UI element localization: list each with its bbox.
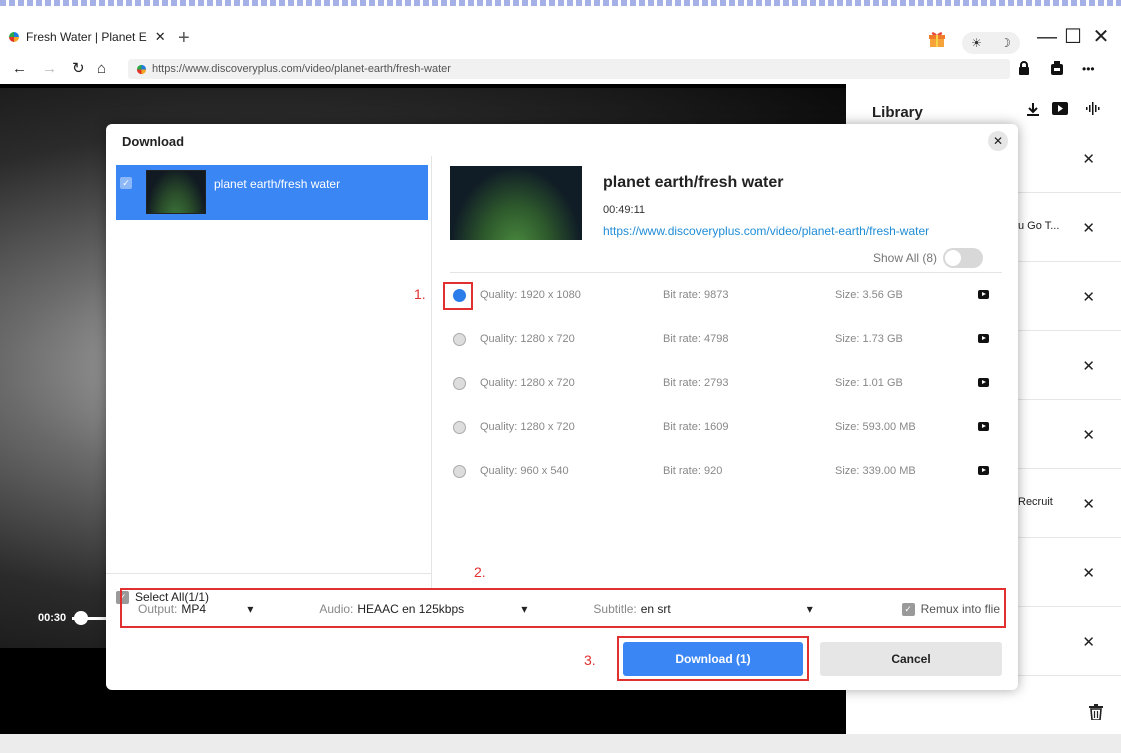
audio-select[interactable]: HEAAC en 125kbps ▾: [357, 602, 527, 616]
remux-checkbox[interactable]: ✓ Remux into flie: [901, 602, 1000, 616]
dialog-close-icon[interactable]: ✕: [988, 131, 1008, 151]
remove-item-icon[interactable]: ✕: [1082, 357, 1095, 375]
video-list-item[interactable]: ✓ planet earth/fresh water: [116, 165, 428, 220]
subtitle-select[interactable]: en srt ▾: [641, 602, 813, 616]
theme-toggle[interactable]: ☀ ☽: [962, 32, 1020, 54]
minimize-button[interactable]: —: [1036, 26, 1058, 48]
quality-radio[interactable]: [453, 465, 466, 478]
show-all-label: Show All (8): [873, 251, 938, 265]
maximize-button[interactable]: ☐: [1062, 26, 1084, 48]
show-all-toggle[interactable]: Show All (8): [873, 248, 984, 268]
quality-option[interactable]: Quality: 1280 x 720 Bit rate: 4798 Size:…: [433, 328, 1018, 352]
sun-icon: ☀: [971, 36, 982, 50]
navigation-bar: ← → ↻ ⌂ https://www.discoveryplus.com/vi…: [0, 56, 1121, 83]
video-item-title: planet earth/fresh water: [214, 177, 341, 191]
quality-radio[interactable]: [453, 377, 466, 390]
item-checkbox[interactable]: ✓: [120, 177, 132, 189]
audio-waveform-icon[interactable]: [1086, 102, 1100, 115]
options-bar: Output: MP4 ▾ Audio: HEAAC en 125kbps ▾ …: [120, 589, 1006, 629]
audio-option: Audio: HEAAC en 125kbps ▾: [319, 602, 527, 616]
subtitle-label: Subtitle:: [593, 602, 637, 616]
library-title: Library: [872, 104, 923, 121]
annotation-box-1: [443, 282, 473, 310]
extension-icon[interactable]: [1050, 61, 1064, 75]
detail-thumbnail: [450, 166, 582, 240]
new-tab-button[interactable]: +: [178, 28, 190, 48]
moon-icon: ☽: [1000, 36, 1011, 50]
discovery-favicon-icon: [9, 32, 19, 42]
quality-option[interactable]: Quality: 960 x 540 Bit rate: 920 Size: 3…: [433, 460, 1018, 484]
home-icon[interactable]: ⌂: [97, 60, 106, 78]
trash-icon[interactable]: [1089, 704, 1103, 720]
back-arrow-icon[interactable]: ←: [12, 60, 27, 78]
chevron-down-icon: ▾: [247, 602, 254, 616]
video-format-icon: [978, 290, 989, 299]
chevron-down-icon: ▾: [521, 602, 528, 616]
output-select[interactable]: MP4 ▾: [181, 602, 253, 616]
site-favicon-icon: [136, 64, 147, 74]
toggle-switch[interactable]: [943, 248, 984, 268]
remove-item-icon[interactable]: ✕: [1082, 288, 1095, 306]
lock-icon[interactable]: [1018, 61, 1030, 75]
annotation-number-2: 2.: [474, 564, 486, 580]
video-format-icon: [978, 378, 989, 387]
video-detail-pane: planet earth/fresh water 00:49:11 https:…: [433, 156, 1018, 589]
quality-option[interactable]: Quality: 1920 x 1080 Bit rate: 9873 Size…: [433, 284, 1018, 308]
divider: [450, 272, 1002, 273]
detail-url-link[interactable]: https://www.discoveryplus.com/video/plan…: [603, 224, 929, 238]
status-bar: [0, 734, 1121, 753]
remove-item-icon[interactable]: ✕: [1082, 633, 1095, 651]
progress-thumb[interactable]: [74, 611, 88, 625]
divider: [106, 573, 432, 574]
tab-close-icon[interactable]: ✕: [155, 29, 166, 45]
remove-item-icon[interactable]: ✕: [1082, 564, 1095, 582]
reload-icon[interactable]: ↻: [72, 60, 85, 78]
remux-label: Remux into flie: [920, 602, 1000, 616]
url-bar[interactable]: https://www.discoveryplus.com/video/plan…: [128, 59, 1010, 79]
output-option: Output: MP4 ▾: [138, 602, 253, 616]
quality-option[interactable]: Quality: 1280 x 720 Bit rate: 2793 Size:…: [433, 372, 1018, 396]
subtitle-option: Subtitle: en srt ▾: [593, 602, 812, 616]
detail-title: planet earth/fresh water: [603, 174, 784, 191]
audio-label: Audio:: [319, 602, 354, 616]
forward-arrow-icon[interactable]: →: [42, 60, 57, 78]
output-label: Output:: [138, 602, 178, 616]
more-menu-icon[interactable]: •••: [1082, 59, 1095, 79]
detail-duration: 00:49:11: [603, 204, 646, 216]
cancel-button[interactable]: Cancel: [820, 642, 1002, 676]
dialog-title: Download: [122, 134, 185, 149]
tab-title: Fresh Water | Planet E: [26, 30, 147, 44]
video-thumbnail: [146, 170, 206, 214]
chevron-down-icon: ▾: [806, 602, 813, 616]
remove-item-icon[interactable]: ✕: [1082, 150, 1095, 168]
quality-radio[interactable]: [453, 333, 466, 346]
remove-item-icon[interactable]: ✕: [1082, 495, 1095, 513]
close-window-button[interactable]: ✕: [1090, 26, 1112, 48]
download-dialog: Download ✕ ✓ planet earth/fresh water ✓ …: [106, 124, 1018, 690]
download-button[interactable]: Download (1): [623, 642, 803, 676]
tab-bar: Fresh Water | Planet E ✕ + ☀ ☽ — ☐ ✕: [0, 6, 1121, 56]
download-icon[interactable]: [1026, 102, 1040, 116]
url-text: https://www.discoveryplus.com/video/plan…: [152, 63, 451, 75]
video-icon[interactable]: [1052, 102, 1068, 115]
player-time: 00:30: [38, 612, 67, 624]
remove-item-icon[interactable]: ✕: [1082, 426, 1095, 444]
video-list-pane: ✓ planet earth/fresh water ✓ Select All(…: [106, 156, 432, 604]
video-format-icon: [978, 466, 989, 475]
browser-tab[interactable]: Fresh Water | Planet E ✕: [8, 26, 166, 48]
annotation-number-1: 1.: [414, 286, 426, 302]
video-format-icon: [978, 422, 989, 431]
quality-radio[interactable]: [453, 421, 466, 434]
video-format-icon: [978, 334, 989, 343]
quality-option[interactable]: Quality: 1280 x 720 Bit rate: 1609 Size:…: [433, 416, 1018, 440]
checkbox-icon: ✓: [901, 602, 915, 616]
annotation-number-3: 3.: [584, 652, 596, 668]
gift-icon[interactable]: [927, 28, 947, 48]
remove-item-icon[interactable]: ✕: [1082, 219, 1095, 237]
